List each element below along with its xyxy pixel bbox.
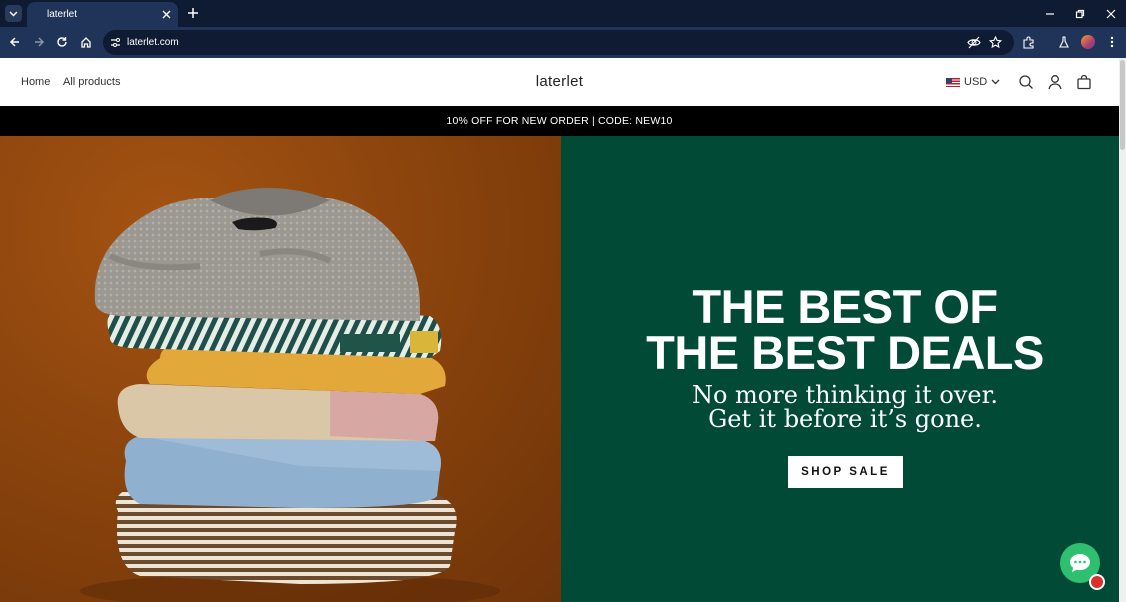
profile-avatar[interactable] — [1080, 34, 1096, 50]
close-icon[interactable] — [161, 9, 172, 20]
hero-image — [0, 136, 561, 602]
hero-headline: THE BEST OF THE BEST DEALS — [561, 280, 1126, 379]
page-scrollbar[interactable] — [1119, 58, 1126, 602]
announcement-bar: 10% OFF FOR NEW ORDER | CODE: NEW10 — [0, 106, 1119, 136]
menu-dots-icon[interactable] — [1104, 34, 1120, 50]
site-header: Home All products laterlet USD — [0, 58, 1119, 106]
chevron-down-icon — [991, 79, 1000, 85]
reload-icon[interactable] — [54, 34, 70, 50]
browser-tab-bar: laterlet — [0, 0, 1126, 27]
hero-headline-line2: THE BEST DEALS — [646, 326, 1044, 379]
chat-notification-badge — [1089, 574, 1105, 590]
minimize-icon[interactable] — [1035, 0, 1065, 27]
hero-subheading-line2: Get it before it’s gone. — [708, 405, 982, 433]
cart-icon[interactable] — [1076, 74, 1092, 90]
us-flag-icon — [946, 77, 960, 87]
home-icon[interactable] — [78, 34, 94, 50]
restore-icon[interactable] — [1065, 0, 1095, 27]
site-settings-icon[interactable] — [110, 37, 121, 48]
browser-tab[interactable]: laterlet — [27, 2, 178, 27]
address-bar[interactable]: laterlet.com — [103, 30, 1014, 55]
currency-label: USD — [964, 76, 988, 88]
search-icon[interactable] — [1018, 74, 1034, 90]
scrollbar-thumb[interactable] — [1120, 60, 1125, 150]
labs-icon[interactable] — [1056, 34, 1072, 50]
extensions-icon[interactable] — [1020, 34, 1036, 50]
forward-icon[interactable] — [31, 34, 47, 50]
tab-title: laterlet — [47, 9, 78, 20]
star-icon[interactable] — [989, 36, 1002, 49]
hero-subheading: No more thinking it over. Get it before … — [561, 383, 1126, 431]
currency-selector[interactable]: USD — [946, 74, 1000, 90]
account-icon[interactable] — [1047, 74, 1063, 90]
url-text: laterlet.com — [127, 37, 179, 48]
browser-toolbar: laterlet.com — [0, 27, 1126, 58]
hero-promo-panel: THE BEST OF THE BEST DEALS No more think… — [561, 136, 1119, 602]
chat-icon — [1070, 554, 1090, 572]
tab-dropdown-icon[interactable] — [5, 5, 22, 22]
eye-off-icon[interactable] — [967, 36, 981, 49]
plus-icon[interactable] — [186, 6, 200, 20]
back-icon[interactable] — [7, 34, 23, 50]
window-close-icon[interactable] — [1096, 0, 1126, 27]
shop-sale-button[interactable]: SHOP SALE — [788, 456, 903, 488]
hero-subheading-line1: No more thinking it over. — [691, 381, 999, 409]
hero-headline-line1: THE BEST OF — [692, 280, 998, 333]
